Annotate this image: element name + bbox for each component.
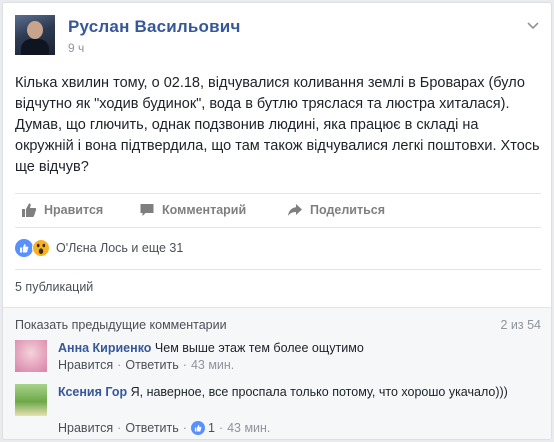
author-avatar[interactable] (15, 15, 55, 55)
comment-meta: Нравится · Ответить · 43 мин. (58, 358, 235, 372)
comment-time[interactable]: 43 мин. (227, 421, 270, 435)
comment-label: Комментарий (162, 203, 247, 217)
commenter-name[interactable]: Ксения Гор (58, 385, 127, 399)
reactions-names: О'Лєна Лось и еще 31 (56, 241, 184, 255)
like-button[interactable]: Нравится (21, 197, 103, 223)
author-name[interactable]: Руслан Васильович (68, 17, 241, 37)
post-actions: Нравится Комментарий Поделиться (15, 197, 541, 223)
commenter-name[interactable]: Анна Кириенко (58, 341, 151, 355)
comment-meta: Нравится · Ответить · 1 · 43 мин. (58, 421, 271, 435)
like-icon (190, 421, 205, 435)
comment-text: Я, наверное, все проспала только потому,… (130, 385, 508, 399)
comment-reply-link[interactable]: Ответить (125, 358, 178, 372)
commenter-avatar[interactable] (15, 384, 47, 416)
comment-button[interactable]: Комментарий (139, 197, 246, 223)
comment-text: Чем выше этаж тем более ощутимо (154, 341, 364, 355)
comment-reaction-count[interactable]: 1 (208, 421, 215, 435)
divider (15, 269, 541, 270)
share-arrow-icon (288, 204, 302, 216)
like-icon (15, 239, 33, 257)
post-text: Кілька хвилин тому, о 02.18, відчувалися… (15, 75, 540, 175)
post-header: Руслан Васильович 9 ч (15, 15, 541, 63)
thumbs-up-icon (22, 203, 37, 217)
share-button[interactable]: Поделиться (287, 197, 385, 223)
post-time[interactable]: 9 ч (68, 41, 84, 55)
show-previous-comments-link[interactable]: Показать предыдущие комментарии (15, 318, 227, 332)
reactions-summary[interactable]: О'Лєна Лось и еще 31 (15, 237, 183, 259)
post-card: Руслан Васильович 9 ч Кілька хвилин тому… (2, 2, 552, 440)
comment-body: Ксения Гор Я, наверное, все проспала тол… (58, 384, 528, 401)
comment-like-link[interactable]: Нравится (58, 421, 113, 435)
comments-count: 2 из 54 (500, 318, 541, 332)
shares-count[interactable]: 5 публикаций (15, 280, 93, 294)
share-label: Поделиться (310, 203, 386, 217)
comment-reply-link[interactable]: Ответить (125, 421, 178, 435)
wow-icon (32, 239, 50, 257)
comment-icon (140, 204, 154, 216)
comments-section: Показать предыдущие комментарии 2 из 54 … (3, 307, 551, 439)
like-label: Нравится (44, 203, 104, 217)
comment-time[interactable]: 43 мин. (191, 358, 234, 372)
commenter-avatar[interactable] (15, 340, 47, 372)
comment-body: Анна Кириенко Чем выше этаж тем более ощ… (58, 340, 528, 357)
comment-like-link[interactable]: Нравится (58, 358, 113, 372)
chevron-down-icon[interactable] (525, 17, 541, 33)
divider (15, 227, 541, 228)
divider (15, 193, 541, 194)
